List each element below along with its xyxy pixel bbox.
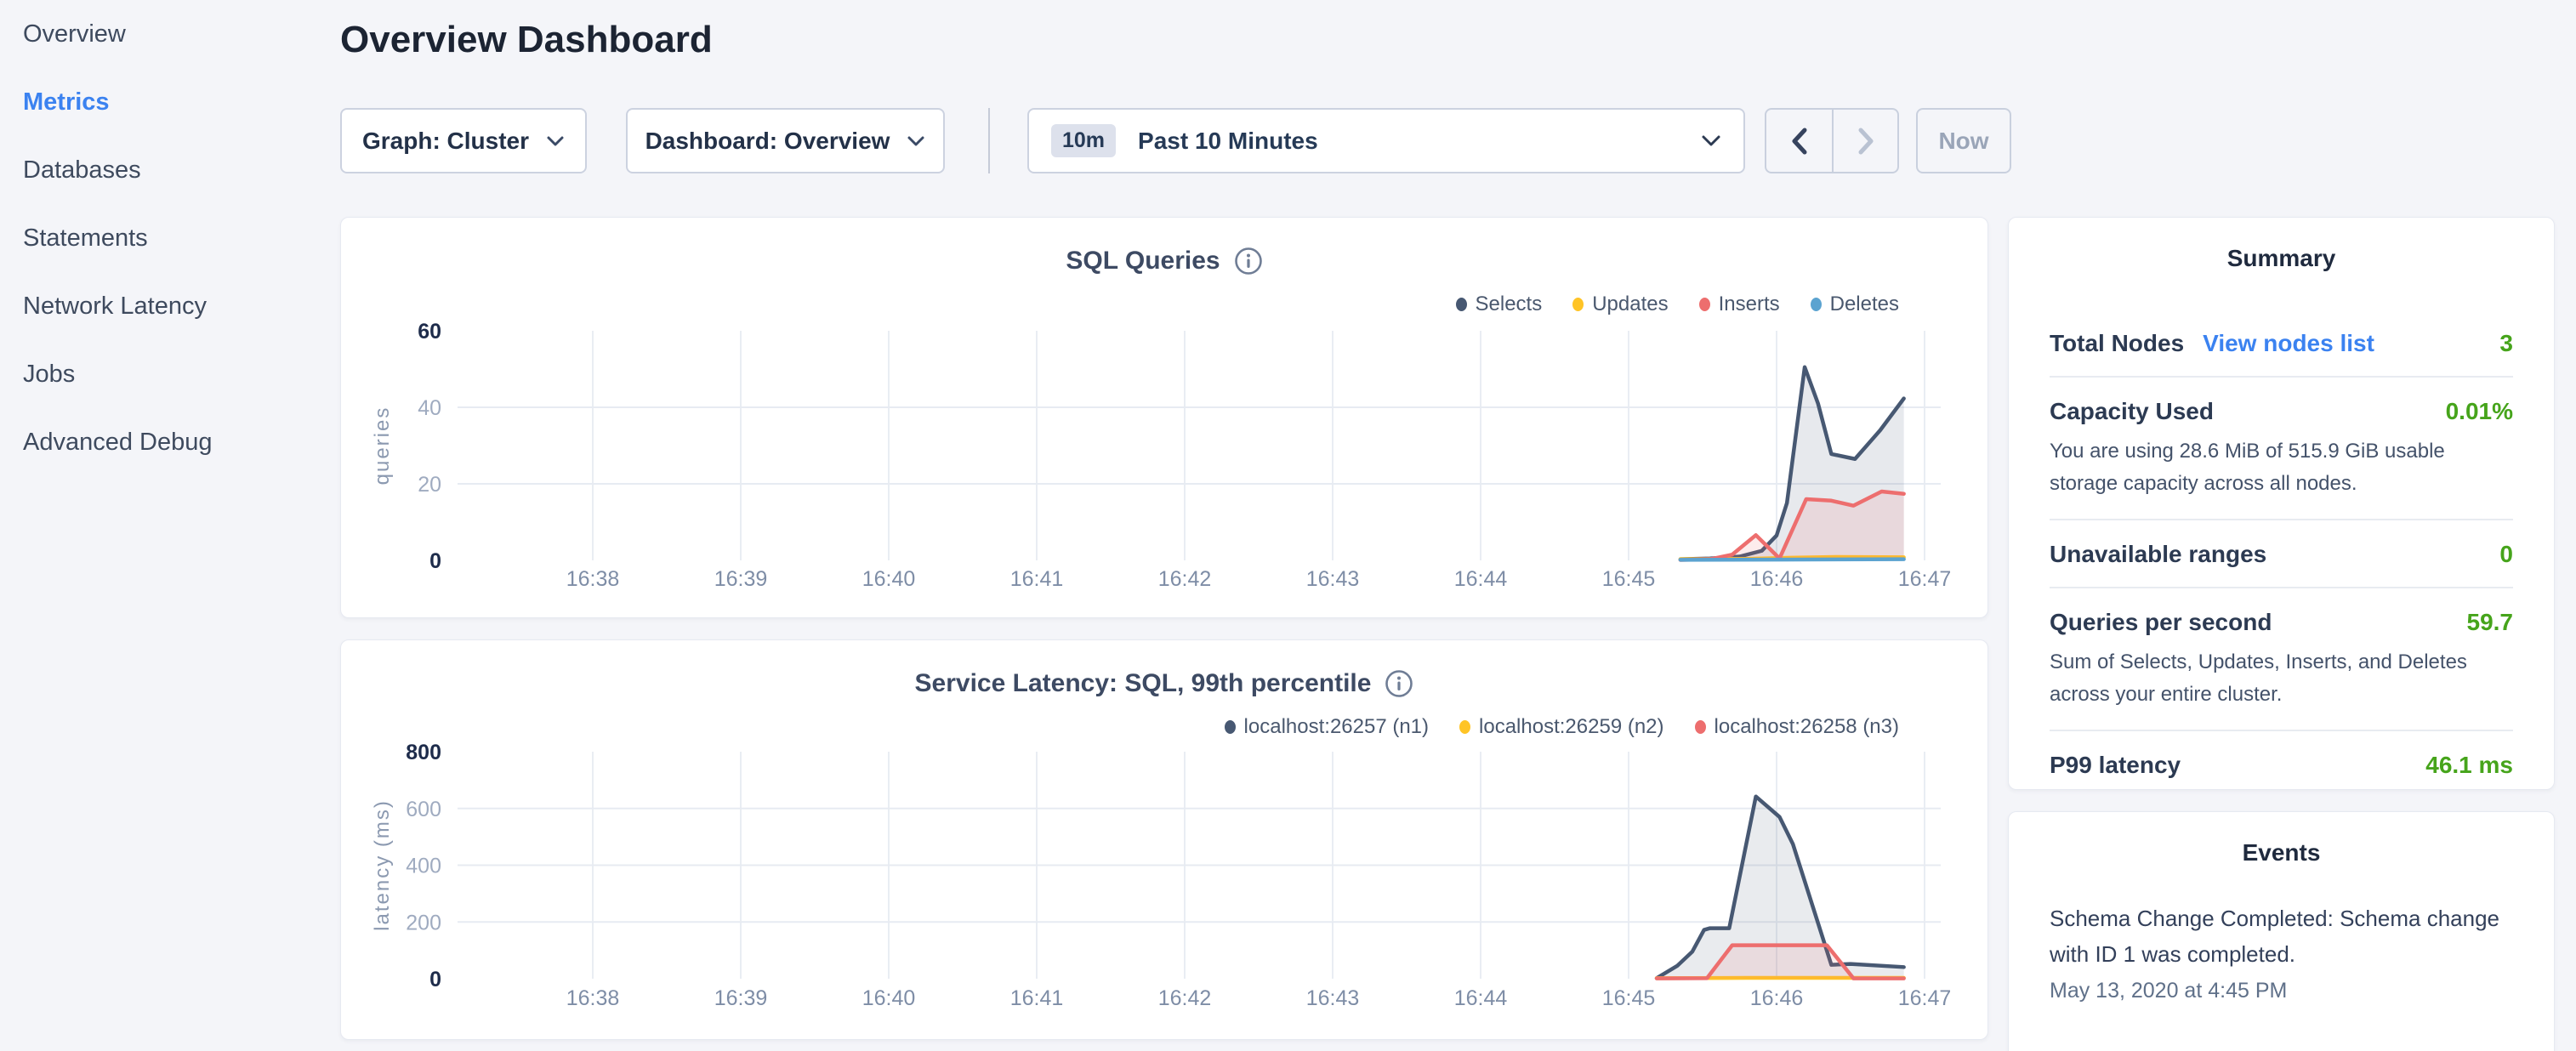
- svg-text:800: 800: [406, 741, 441, 764]
- svg-text:16:42: 16:42: [1158, 567, 1212, 591]
- time-pager: [1765, 108, 1899, 173]
- events-heading: Events: [2009, 812, 2554, 866]
- svg-text:16:44: 16:44: [1454, 567, 1508, 591]
- sidebar-item-jobs[interactable]: Jobs: [0, 340, 340, 408]
- now-button[interactable]: Now: [1916, 108, 2011, 173]
- svg-text:16:40: 16:40: [862, 986, 916, 1010]
- svg-text:16:41: 16:41: [1010, 567, 1064, 591]
- svg-text:16:38: 16:38: [566, 986, 620, 1010]
- time-next-button[interactable]: [1832, 110, 1897, 172]
- svg-text:16:44: 16:44: [1454, 986, 1508, 1010]
- summary-panel: Summary Total Nodes View nodes list 3 Capac…: [2008, 217, 2555, 790]
- summary-row: Capacity Used 0.01% You are using 28.6 MiB…: [2050, 378, 2513, 520]
- svg-text:200: 200: [406, 911, 441, 935]
- sidebar-item-statements[interactable]: Statements: [0, 204, 340, 272]
- controls-divider: [988, 108, 990, 173]
- svg-text:16:47: 16:47: [1898, 986, 1952, 1010]
- sql-queries-chart[interactable]: 16:38 16:39 16:40 16:41 16:42 16:43 16:44 16:45…: [341, 218, 1989, 619]
- summary-row-value: 0: [2499, 541, 2513, 568]
- now-button-label: Now: [1938, 128, 1988, 155]
- events-panel: Events Schema Change Completed: Schema c…: [2008, 811, 2555, 1051]
- svg-text:16:43: 16:43: [1306, 567, 1360, 591]
- summary-row: Unavailable ranges 0: [2050, 520, 2513, 588]
- svg-text:16:45: 16:45: [1602, 567, 1656, 591]
- chevron-down-icon: [907, 135, 925, 147]
- svg-text:400: 400: [406, 855, 441, 878]
- svg-text:40: 40: [418, 396, 441, 420]
- chevron-down-icon: [546, 135, 565, 147]
- dashboard-label: Dashboard: Overview: [645, 128, 890, 155]
- sidebar-item-network-latency[interactable]: Network Latency: [0, 272, 340, 340]
- svg-text:queries: queries: [371, 406, 394, 486]
- sidebar-item-metrics[interactable]: Metrics: [0, 68, 340, 136]
- svg-text:16:39: 16:39: [714, 567, 768, 591]
- summary-row-label: Capacity Used: [2050, 398, 2214, 425]
- summary-row-value: 59.7: [2467, 609, 2514, 636]
- svg-text:0: 0: [429, 549, 441, 573]
- svg-text:0: 0: [429, 968, 441, 991]
- sidebar-item-overview[interactable]: Overview: [0, 0, 340, 68]
- svg-text:16:40: 16:40: [862, 567, 916, 591]
- svg-text:60: 60: [418, 320, 441, 344]
- svg-text:16:38: 16:38: [566, 567, 620, 591]
- chevron-down-icon: [1701, 134, 1721, 147]
- event-timestamp: May 13, 2020 at 4:45 PM: [2050, 979, 2513, 1003]
- summary-row-description: Sum of Selects, Updates, Inserts, and De…: [2050, 646, 2500, 711]
- sidebar-item-advanced-debug[interactable]: Advanced Debug: [0, 408, 340, 476]
- service-latency-chart[interactable]: 16:38 16:39 16:40 16:41 16:42 16:43 16:44 16:45…: [341, 640, 1989, 1041]
- svg-text:600: 600: [406, 798, 441, 821]
- event-item[interactable]: Schema Change Completed: Schema change w…: [2050, 900, 2513, 1003]
- summary-row-label: P99 latency: [2050, 752, 2181, 779]
- svg-text:16:43: 16:43: [1306, 986, 1360, 1010]
- summary-row-value: 0.01%: [2446, 398, 2513, 425]
- view-nodes-list-link[interactable]: View nodes list: [2203, 330, 2374, 357]
- chevron-left-icon: [1791, 128, 1808, 155]
- sql-queries-chart-card: SQL Queries SelectsUpdatesInsertsDeletes…: [340, 217, 1988, 618]
- dashboard-dropdown[interactable]: Dashboard: Overview: [626, 108, 945, 173]
- main-content: Overview Dashboard Graph: Cluster Dashbo…: [340, 0, 2576, 1051]
- svg-text:16:47: 16:47: [1898, 567, 1952, 591]
- summary-heading: Summary: [2009, 218, 2554, 272]
- sidebar-item-databases[interactable]: Databases: [0, 136, 340, 204]
- svg-text:16:42: 16:42: [1158, 986, 1212, 1010]
- svg-text:latency (ms): latency (ms): [371, 799, 394, 931]
- sidebar: OverviewMetricsDatabasesStatementsNetwor…: [0, 0, 340, 1051]
- chevron-right-icon: [1857, 128, 1874, 155]
- summary-row: Queries per second 59.7 Sum of Selects, Up…: [2050, 588, 2513, 731]
- time-range-badge: 10m: [1051, 124, 1116, 157]
- svg-text:16:41: 16:41: [1010, 986, 1064, 1010]
- events-list: Schema Change Completed: Schema change w…: [2050, 900, 2513, 1003]
- summary-row-label: Unavailable ranges: [2050, 541, 2266, 568]
- graph-scope-label: Graph: Cluster: [362, 128, 529, 155]
- time-range-label: Past 10 Minutes: [1138, 128, 1318, 155]
- summary-row-label: Queries per second: [2050, 609, 2272, 636]
- sidebar-nav: OverviewMetricsDatabasesStatementsNetwor…: [0, 0, 340, 476]
- time-prev-button[interactable]: [1766, 110, 1832, 172]
- summary-rows: Total Nodes View nodes list 3 Capacity Used…: [2050, 310, 2513, 798]
- summary-row-label: Total Nodes: [2050, 330, 2184, 357]
- summary-row-description: You are using 28.6 MiB of 515.9 GiB usab…: [2050, 435, 2500, 500]
- summary-row-value: 3: [2499, 330, 2513, 357]
- svg-text:16:46: 16:46: [1750, 567, 1804, 591]
- event-text: Schema Change Completed: Schema change w…: [2050, 900, 2513, 972]
- svg-text:16:45: 16:45: [1602, 986, 1656, 1010]
- summary-row-value: 46.1 ms: [2425, 752, 2513, 779]
- page-title: Overview Dashboard: [340, 19, 713, 61]
- svg-text:20: 20: [418, 473, 441, 497]
- summary-row: P99 latency 46.1 ms: [2050, 731, 2513, 798]
- graph-scope-dropdown[interactable]: Graph: Cluster: [340, 108, 587, 173]
- service-latency-chart-card: Service Latency: SQL, 99th percentile lo…: [340, 639, 1988, 1040]
- svg-text:16:39: 16:39: [714, 986, 768, 1010]
- summary-row: Total Nodes View nodes list 3: [2050, 310, 2513, 378]
- time-range-dropdown[interactable]: 10m Past 10 Minutes: [1027, 108, 1745, 173]
- svg-text:16:46: 16:46: [1750, 986, 1804, 1010]
